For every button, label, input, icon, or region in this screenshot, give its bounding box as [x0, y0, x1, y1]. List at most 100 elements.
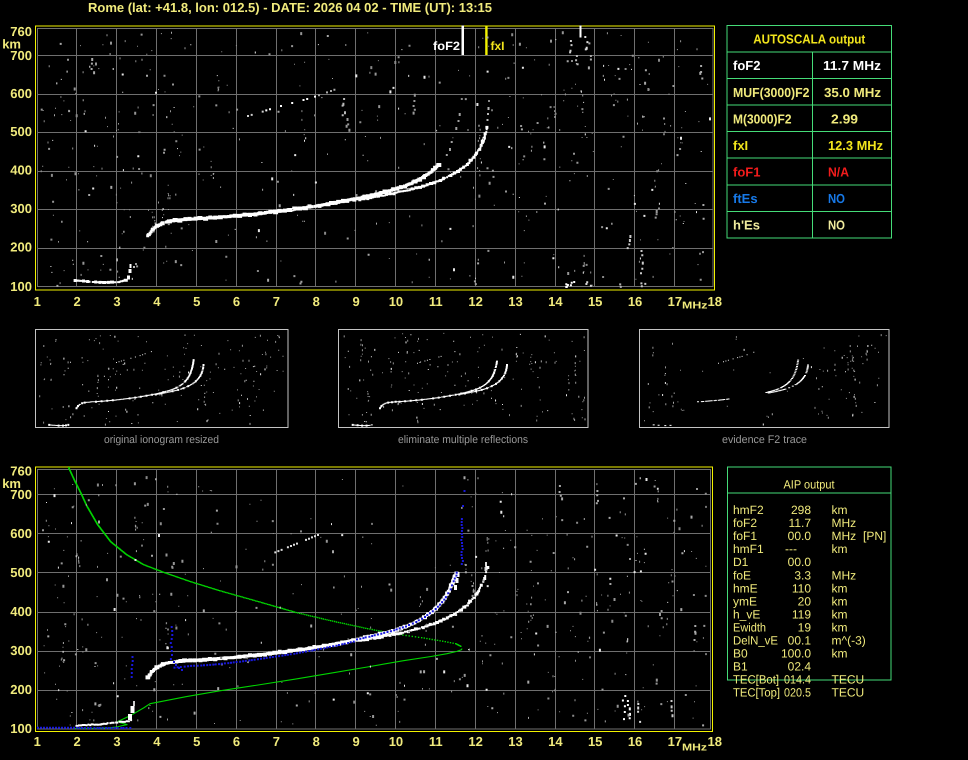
svg-text:7: 7 [273, 734, 280, 749]
svg-text:NO: NO [828, 191, 845, 206]
svg-text:2: 2 [74, 294, 81, 309]
svg-text:TEC[Top]: TEC[Top] [733, 686, 780, 700]
svg-text:2.99: 2.99 [831, 111, 858, 126]
svg-text:TEC[Bot]: TEC[Bot] [733, 673, 779, 687]
svg-text:AIP output: AIP output [784, 477, 836, 491]
svg-text:foF1: foF1 [733, 529, 757, 543]
svg-text:13: 13 [508, 294, 522, 309]
svg-text:16: 16 [628, 734, 642, 749]
svg-text:9: 9 [352, 734, 359, 749]
svg-text:600: 600 [10, 526, 32, 541]
svg-text:MHz: MHz [832, 529, 857, 543]
svg-text:foE: foE [733, 568, 751, 582]
svg-text:014.4: 014.4 [784, 673, 811, 687]
svg-text:02.4: 02.4 [788, 660, 812, 674]
svg-text:8: 8 [313, 734, 320, 749]
svg-text:110: 110 [792, 581, 811, 595]
svg-text:1: 1 [34, 734, 41, 749]
svg-text:400: 400 [10, 163, 32, 178]
svg-text:N/A: N/A [828, 165, 850, 180]
svg-text:20: 20 [798, 594, 812, 608]
svg-text:35.0 MHz: 35.0 MHz [824, 85, 882, 100]
svg-text:Ewidth: Ewidth [733, 620, 766, 634]
svg-text:B0: B0 [733, 647, 748, 661]
svg-text:17: 17 [668, 294, 682, 309]
svg-text:hmF1: hmF1 [733, 542, 764, 556]
svg-text:12.3 MHz: 12.3 MHz [828, 138, 883, 153]
svg-text:200: 200 [10, 240, 32, 255]
svg-text:16: 16 [628, 294, 642, 309]
svg-text:---: --- [785, 542, 797, 556]
svg-text:00.1: 00.1 [788, 634, 812, 648]
svg-text:700: 700 [10, 48, 32, 63]
svg-text:11.7 MHz: 11.7 MHz [823, 58, 882, 73]
svg-text:eliminate multiple reflections: eliminate multiple reflections [398, 434, 528, 446]
svg-text:11.7: 11.7 [789, 516, 812, 530]
svg-text:TECU: TECU [832, 686, 865, 700]
svg-text:km: km [832, 647, 848, 661]
svg-text:TECU: TECU [832, 673, 865, 687]
svg-text:3: 3 [113, 734, 120, 749]
svg-text:3.3: 3.3 [794, 568, 811, 582]
svg-text:100: 100 [10, 279, 32, 294]
svg-text:5: 5 [193, 734, 200, 749]
svg-text:B1: B1 [733, 660, 748, 674]
svg-text:3: 3 [113, 294, 120, 309]
svg-text:4: 4 [153, 294, 161, 309]
svg-text:fxI: fxI [733, 138, 748, 153]
svg-text:00.0: 00.0 [788, 555, 812, 569]
svg-text:11: 11 [429, 734, 443, 749]
svg-text:NO: NO [828, 218, 845, 233]
svg-text:1: 1 [34, 294, 41, 309]
svg-text:500: 500 [10, 124, 32, 139]
svg-text:300: 300 [10, 201, 32, 216]
svg-text:2: 2 [74, 734, 81, 749]
svg-text:km: km [832, 503, 848, 517]
svg-text:km: km [832, 581, 848, 595]
svg-text:[PN]: [PN] [863, 529, 886, 543]
svg-text:700: 700 [10, 487, 32, 502]
svg-text:15: 15 [588, 734, 602, 749]
svg-text:original ionogram resized: original ionogram resized [104, 434, 219, 446]
svg-text:18: 18 [708, 294, 722, 309]
svg-text:020.5: 020.5 [784, 686, 811, 700]
svg-text:13: 13 [508, 734, 522, 749]
svg-text:11: 11 [429, 294, 443, 309]
svg-text:300: 300 [10, 643, 32, 658]
svg-text:Rome (lat: +41.8, lon: 012.5): Rome (lat: +41.8, lon: 012.5) - DATE: 20… [88, 0, 492, 15]
svg-text:MUF(3000)F2: MUF(3000)F2 [733, 85, 810, 100]
svg-text:fxI: fxI [491, 39, 505, 53]
svg-text:h'Es: h'Es [733, 218, 760, 233]
svg-text:5: 5 [193, 294, 200, 309]
svg-text:km: km [832, 607, 848, 621]
svg-text:7: 7 [273, 294, 280, 309]
svg-text:8: 8 [313, 294, 320, 309]
svg-text:9: 9 [352, 294, 359, 309]
svg-text:100: 100 [10, 721, 32, 736]
svg-text:10: 10 [389, 294, 403, 309]
svg-text:200: 200 [10, 682, 32, 697]
svg-text:4: 4 [153, 734, 161, 749]
svg-text:400: 400 [10, 604, 32, 619]
svg-text:foF2: foF2 [733, 58, 760, 73]
svg-text:D1: D1 [733, 555, 749, 569]
svg-text:12: 12 [468, 734, 482, 749]
svg-text:600: 600 [10, 86, 32, 101]
svg-text:km: km [832, 594, 848, 608]
svg-text:m^(-3): m^(-3) [832, 634, 866, 648]
svg-text:10: 10 [389, 734, 403, 749]
svg-text:14: 14 [548, 294, 563, 309]
svg-text:18: 18 [708, 734, 722, 749]
svg-text:DelN_vE: DelN_vE [733, 634, 778, 648]
svg-text:00.0: 00.0 [788, 529, 812, 543]
svg-text:hmF2: hmF2 [733, 503, 764, 517]
svg-text:6: 6 [233, 294, 240, 309]
svg-text:ftEs: ftEs [733, 191, 758, 206]
svg-text:hmE: hmE [733, 581, 758, 595]
svg-text:15: 15 [588, 294, 602, 309]
svg-text:500: 500 [10, 565, 32, 580]
svg-text:6: 6 [233, 734, 240, 749]
svg-text:119: 119 [792, 607, 811, 621]
svg-text:foF2: foF2 [433, 39, 460, 53]
svg-text:14: 14 [548, 734, 563, 749]
